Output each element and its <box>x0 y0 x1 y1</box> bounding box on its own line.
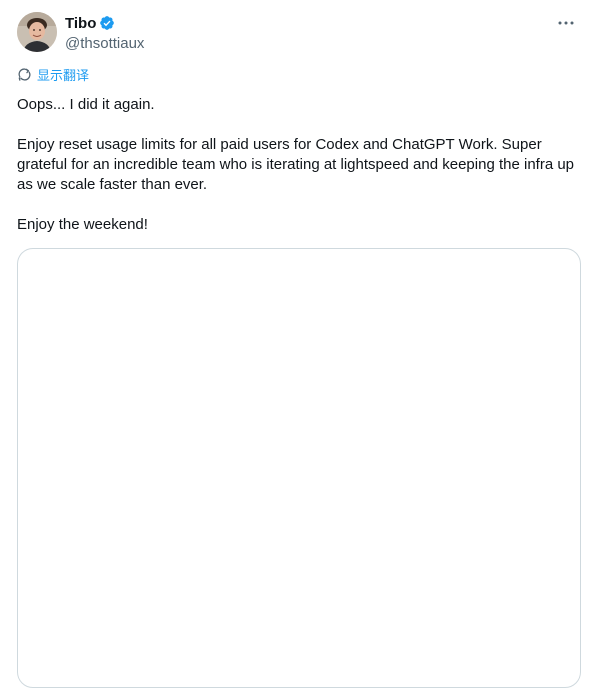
avatar[interactable] <box>17 12 57 52</box>
show-translation-button[interactable]: 显示翻译 <box>17 65 90 84</box>
show-translation-label: 显示翻译 <box>37 68 90 84</box>
more-horizontal-icon <box>558 21 574 25</box>
avatar-image <box>17 12 57 52</box>
more-options-button[interactable] <box>555 14 577 32</box>
author-info: Tibo @thsottiaux <box>65 13 144 53</box>
verified-badge-icon <box>99 15 115 31</box>
tweet-body: Oops... I did it again. Enjoy reset usag… <box>17 95 587 255</box>
tweet-paragraph: Oops... I did it again. <box>17 96 155 113</box>
media-attachment[interactable] <box>17 248 581 688</box>
user-handle[interactable]: @thsottiaux <box>65 35 144 53</box>
tweet-paragraph: Enjoy the weekend! <box>17 216 148 233</box>
translate-icon <box>17 67 32 82</box>
display-name[interactable]: Tibo <box>65 15 96 32</box>
tweet-paragraph: Enjoy reset usage limits for all paid us… <box>17 136 575 193</box>
name-row: Tibo <box>65 13 144 33</box>
tweet: Tibo @thsottiaux 显示翻译 Oops... I did it a… <box>0 0 600 688</box>
tweet-header: Tibo @thsottiaux <box>17 12 583 54</box>
